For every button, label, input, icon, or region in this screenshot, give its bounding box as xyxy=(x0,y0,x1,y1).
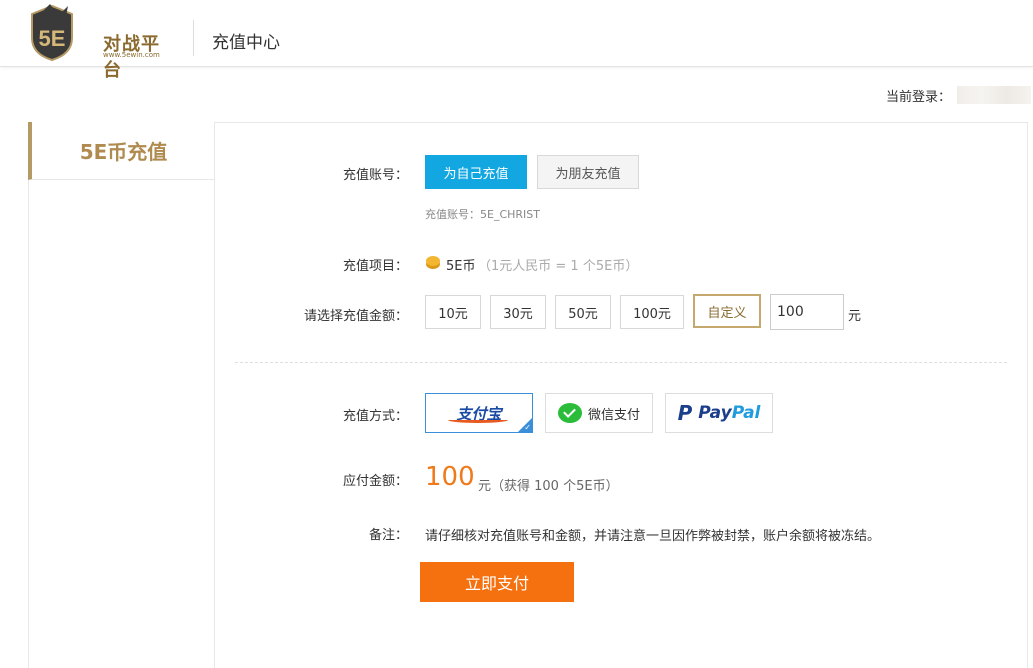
logo-url: www.5ewin.com xyxy=(103,51,160,59)
amount-option-10[interactable]: 10元 xyxy=(425,295,481,329)
page-title: 充值中心 xyxy=(212,33,280,53)
method-label: 充值方式： xyxy=(342,409,408,424)
item-note: （1元人民币 = 1 个5E币） xyxy=(478,259,639,274)
payment-wechat-option[interactable]: 微信支付 xyxy=(545,393,653,433)
alipay-swoosh-icon xyxy=(448,417,508,423)
item-name: 5E币 xyxy=(446,259,476,274)
wechat-icon xyxy=(557,403,582,423)
check-icon: ✓ xyxy=(524,423,531,432)
section-divider xyxy=(235,362,1007,363)
logo-shield-icon: 5E xyxy=(31,4,73,62)
sidebar: 5E币充值 xyxy=(28,122,215,668)
header: 5E 对战平台 www.5ewin.com 充值中心 xyxy=(0,0,1033,81)
current-login-label: 当前登录： xyxy=(886,90,952,105)
due-note: 元（获得 100 个5E币） xyxy=(478,479,619,494)
item-label: 充值项目： xyxy=(342,259,408,274)
header-divider xyxy=(193,20,194,56)
amount-label: 请选择充值金额： xyxy=(303,309,408,324)
paypal-icon: P xyxy=(677,401,693,425)
logo-badge: 5E xyxy=(39,26,66,51)
custom-amount-input[interactable] xyxy=(770,294,844,330)
remark-text: 请仔细核对充值账号和金额，并请注意一旦因作弊被封禁，账户余额将被冻结。 xyxy=(425,529,881,544)
amount-option-50[interactable]: 50元 xyxy=(555,295,611,329)
due-label: 应付金额： xyxy=(342,474,408,489)
coin-icon xyxy=(426,256,440,266)
amount-custom-button[interactable]: 自定义 xyxy=(693,294,761,328)
amount-option-100[interactable]: 100元 xyxy=(620,295,684,329)
remark-label: 备注： xyxy=(368,528,408,543)
payment-paypal-option[interactable]: P PayPal xyxy=(665,393,773,433)
logo[interactable]: 5E 对战平台 www.5ewin.com xyxy=(28,4,168,81)
payment-alipay-option[interactable]: 支付宝 ✓ xyxy=(425,393,533,433)
account-hint: 充值账号：5E_CHRIST xyxy=(425,208,540,221)
account-label: 充值账号： xyxy=(342,168,408,183)
pay-now-button[interactable]: 立即支付 xyxy=(420,562,574,602)
amount-option-30[interactable]: 30元 xyxy=(490,295,546,329)
sidebar-item-5e-coin-recharge[interactable]: 5E币充值 xyxy=(28,122,215,180)
recharge-friend-button[interactable]: 为朋友充值 xyxy=(537,155,639,189)
recharge-self-button[interactable]: 为自己充值 xyxy=(425,155,527,189)
paypal-label: PayPal xyxy=(698,403,761,423)
current-login-username-masked xyxy=(957,86,1031,104)
amount-unit: 元 xyxy=(848,309,862,324)
due-amount: 100 xyxy=(425,462,475,492)
wechat-label: 微信支付 xyxy=(587,407,640,423)
